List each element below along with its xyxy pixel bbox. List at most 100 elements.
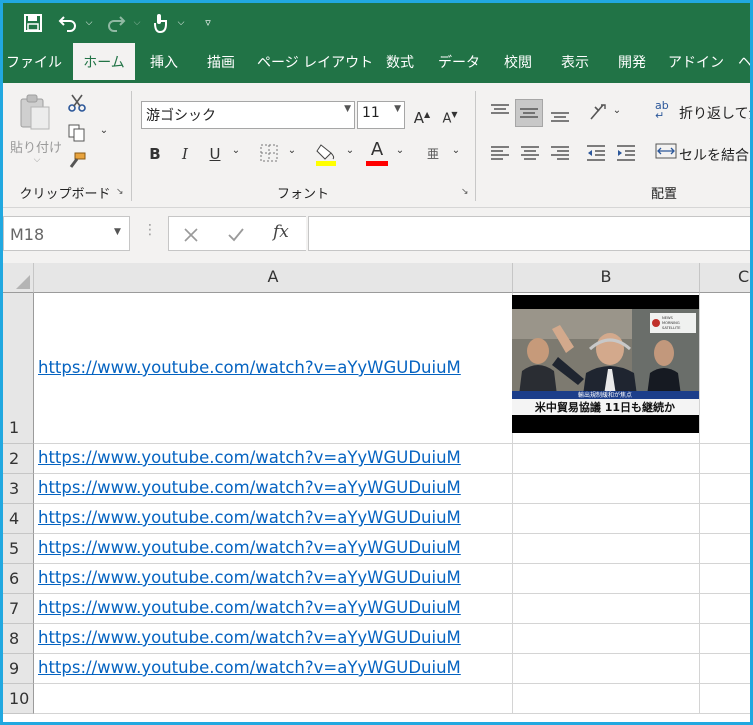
row-header[interactable]: 9 bbox=[3, 654, 34, 684]
customize-icon[interactable]: ▿ bbox=[199, 3, 217, 43]
cell-b4[interactable] bbox=[513, 504, 700, 534]
touch-dropdown-icon[interactable]: ⌵ bbox=[173, 3, 189, 43]
name-box[interactable]: M18 ▼ bbox=[3, 216, 130, 251]
cell-b8[interactable] bbox=[513, 624, 700, 654]
cell-c1[interactable] bbox=[700, 293, 750, 444]
tab-draw[interactable]: 描画 bbox=[199, 43, 243, 83]
bold-button[interactable]: B bbox=[145, 143, 165, 165]
column-header-b[interactable]: B bbox=[513, 263, 700, 293]
row-header[interactable]: 2 bbox=[3, 444, 34, 474]
align-bottom-icon[interactable] bbox=[549, 103, 573, 125]
borders-dropdown-icon[interactable]: ⌄ bbox=[285, 145, 299, 156]
cell-c4[interactable] bbox=[700, 504, 750, 534]
font-color-icon[interactable]: A bbox=[365, 139, 389, 167]
enter-icon[interactable] bbox=[227, 227, 245, 243]
copy-dropdown-icon[interactable]: ⌄ bbox=[97, 125, 111, 136]
hyperlink[interactable]: https://www.youtube.com/watch?v=aYyWGUDu… bbox=[38, 628, 461, 647]
cell-a2[interactable]: https://www.youtube.com/watch?v=aYyWGUDu… bbox=[34, 444, 513, 474]
merge-center-icon[interactable] bbox=[655, 141, 677, 163]
align-top-icon[interactable] bbox=[489, 103, 513, 125]
tab-formulas[interactable]: 数式 bbox=[379, 43, 421, 83]
align-center-icon[interactable] bbox=[519, 143, 543, 165]
orientation-icon[interactable] bbox=[587, 101, 613, 125]
wrap-text-button[interactable]: 折り返して全 bbox=[679, 103, 750, 123]
format-painter-icon[interactable] bbox=[67, 151, 89, 173]
row-header[interactable]: 5 bbox=[3, 534, 34, 564]
font-name-combo[interactable]: 游ゴシック ▼ bbox=[141, 101, 355, 129]
decrease-indent-icon[interactable] bbox=[585, 143, 609, 165]
row-header[interactable]: 4 bbox=[3, 504, 34, 534]
clipboard-launcher-icon[interactable]: ↘ bbox=[116, 187, 124, 197]
hyperlink[interactable]: https://www.youtube.com/watch?v=aYyWGUDu… bbox=[38, 448, 461, 467]
font-color-dropdown-icon[interactable]: ⌄ bbox=[393, 145, 407, 156]
cell-c7[interactable] bbox=[700, 594, 750, 624]
tab-review[interactable]: 校閲 bbox=[497, 43, 539, 83]
cell-a1[interactable]: https://www.youtube.com/watch?v=aYyWGUDu… bbox=[34, 293, 513, 444]
select-all-corner[interactable] bbox=[3, 263, 34, 293]
cancel-icon[interactable] bbox=[183, 227, 199, 243]
borders-icon[interactable] bbox=[259, 143, 281, 165]
hyperlink[interactable]: https://www.youtube.com/watch?v=aYyWGUDu… bbox=[38, 568, 461, 587]
phonetic-icon[interactable]: 亜 bbox=[423, 143, 443, 165]
hyperlink[interactable]: https://www.youtube.com/watch?v=aYyWGUDu… bbox=[38, 508, 461, 527]
tab-page-layout[interactable]: ページ レイアウト bbox=[257, 43, 373, 83]
touch-mode-icon[interactable] bbox=[149, 3, 171, 43]
cell-b2[interactable] bbox=[513, 444, 700, 474]
tab-developer[interactable]: 開発 bbox=[611, 43, 653, 83]
merge-center-button[interactable]: セルを結合し bbox=[679, 145, 750, 165]
wrap-text-icon[interactable]: ab ↵ bbox=[655, 100, 677, 123]
paste-dropdown-icon[interactable]: ⌵ bbox=[27, 155, 47, 165]
underline-dropdown-icon[interactable]: ⌄ bbox=[229, 145, 243, 156]
cell-c9[interactable] bbox=[700, 654, 750, 684]
align-right-icon[interactable] bbox=[549, 143, 573, 165]
tab-help[interactable]: ヘ bbox=[735, 43, 750, 83]
cell-b3[interactable] bbox=[513, 474, 700, 504]
cell-c10[interactable] bbox=[700, 684, 750, 714]
row-header[interactable]: 1 bbox=[3, 293, 34, 444]
fill-color-dropdown-icon[interactable]: ⌄ bbox=[343, 145, 357, 156]
cell-c6[interactable] bbox=[700, 564, 750, 594]
tab-file[interactable]: ファイル bbox=[5, 43, 63, 83]
formula-input[interactable] bbox=[308, 216, 750, 251]
cell-a7[interactable]: https://www.youtube.com/watch?v=aYyWGUDu… bbox=[34, 594, 513, 624]
cell-a5[interactable]: https://www.youtube.com/watch?v=aYyWGUDu… bbox=[34, 534, 513, 564]
cell-c2[interactable] bbox=[700, 444, 750, 474]
shrink-font-button[interactable]: A▼ bbox=[439, 101, 461, 129]
clipboard-icon[interactable] bbox=[17, 93, 57, 133]
cell-b9[interactable] bbox=[513, 654, 700, 684]
row-header[interactable]: 10 bbox=[3, 684, 34, 714]
font-size-combo[interactable]: 11 ▼ bbox=[357, 101, 405, 129]
cell-b10[interactable] bbox=[513, 684, 700, 714]
cut-icon[interactable] bbox=[67, 93, 89, 115]
tab-addins[interactable]: アドイン bbox=[667, 43, 725, 83]
font-launcher-icon[interactable]: ↘ bbox=[461, 187, 469, 197]
hyperlink[interactable]: https://www.youtube.com/watch?v=aYyWGUDu… bbox=[38, 658, 461, 677]
undo-icon[interactable] bbox=[55, 3, 81, 43]
cell-a10[interactable] bbox=[34, 684, 513, 714]
tab-insert[interactable]: 挿入 bbox=[143, 43, 185, 83]
formula-bar-grip-icon[interactable]: ⋮ bbox=[143, 222, 157, 244]
align-middle-icon[interactable] bbox=[515, 99, 543, 127]
hyperlink[interactable]: https://www.youtube.com/watch?v=aYyWGUDu… bbox=[38, 598, 461, 617]
tab-view[interactable]: 表示 bbox=[554, 43, 596, 83]
row-header[interactable]: 6 bbox=[3, 564, 34, 594]
column-header-a[interactable]: A bbox=[34, 263, 513, 293]
paste-button[interactable]: 貼り付け bbox=[7, 137, 65, 156]
cell-a8[interactable]: https://www.youtube.com/watch?v=aYyWGUDu… bbox=[34, 624, 513, 654]
insert-function-icon[interactable]: fx bbox=[273, 222, 289, 242]
cell-a4[interactable]: https://www.youtube.com/watch?v=aYyWGUDu… bbox=[34, 504, 513, 534]
copy-icon[interactable] bbox=[67, 123, 89, 145]
hyperlink[interactable]: https://www.youtube.com/watch?v=aYyWGUDu… bbox=[38, 358, 461, 377]
cell-a9[interactable]: https://www.youtube.com/watch?v=aYyWGUDu… bbox=[34, 654, 513, 684]
cell-b5[interactable] bbox=[513, 534, 700, 564]
cell-c5[interactable] bbox=[700, 534, 750, 564]
fill-color-icon[interactable] bbox=[315, 141, 339, 167]
save-icon[interactable] bbox=[21, 3, 45, 43]
cell-c3[interactable] bbox=[700, 474, 750, 504]
italic-button[interactable]: I bbox=[175, 143, 195, 165]
grow-font-button[interactable]: A▲ bbox=[411, 101, 433, 129]
tab-data[interactable]: データ bbox=[435, 43, 483, 83]
row-header[interactable]: 8 bbox=[3, 624, 34, 654]
cell-b7[interactable] bbox=[513, 594, 700, 624]
video-thumbnail-image[interactable]: NEWS MORNING SATELLITE 輸出規制緩和が焦点 米中貿易協議 … bbox=[512, 295, 699, 433]
